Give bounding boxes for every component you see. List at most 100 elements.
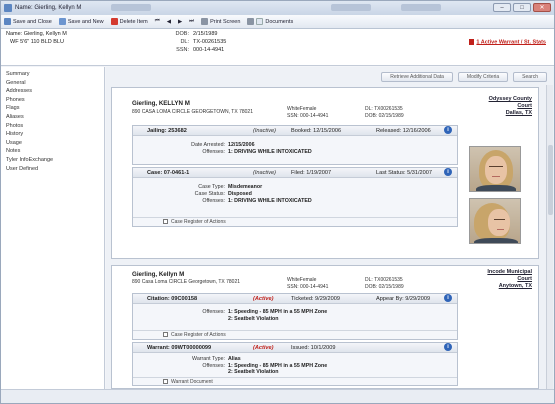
warrant-status: (Active): [253, 345, 274, 351]
sidebar-item-aliases[interactable]: Aliases: [1, 113, 104, 122]
warrant-header[interactable]: Warrant: 09WT00000099 (Active) Issued: 1…: [133, 343, 457, 353]
court-link[interactable]: Incode Municipal Court Anytown, TX: [487, 269, 532, 290]
mugshot-photo[interactable]: [469, 146, 521, 192]
warrant-offense-row: Offenses: 1: Speeding - 85 MPH in a 55 MP…: [133, 363, 327, 369]
warrant-issued: Issued: 10/1/2009: [291, 345, 336, 351]
warrant-document-checkbox[interactable]: Warrant Document: [133, 377, 457, 386]
print-screen-button[interactable]: Print Screen: [201, 18, 240, 25]
delete-item-label: Delete Item: [119, 18, 148, 25]
documents-label: Documents: [265, 18, 294, 25]
save-new-button[interactable]: Save and New: [58, 18, 104, 25]
case-last-status: Last Status: 5/31/2007: [376, 170, 432, 176]
record-card: Gierling, KELLYN M 890 CASA LOMA CIRCLE …: [111, 87, 539, 259]
case-register-checkbox[interactable]: Case Register of Actions: [133, 217, 457, 226]
sidebar-item-tyler-infoexchange[interactable]: Tyler InfoExchange: [1, 156, 104, 165]
retrieve-additional-data-button[interactable]: Retrieve Additional Data: [381, 72, 453, 82]
jailing-released: Released: 12/16/2006: [376, 128, 431, 134]
previous-record-button[interactable]: ◀: [167, 19, 171, 25]
application-window: Name: Gierling, Kellyn M – □ ✕ Save and …: [0, 0, 555, 404]
info-icon[interactable]: i: [444, 294, 452, 302]
citation-offense-2: 2: Seatbelt Violation: [228, 316, 279, 322]
court-location: Anytown, TX: [498, 283, 532, 289]
vertical-scrollbar[interactable]: [546, 85, 553, 389]
dl-value: TX-00261535: [193, 39, 227, 45]
search-actions: Retrieve Additional Data Modify Criteria…: [381, 72, 547, 82]
checkbox-icon[interactable]: [163, 219, 168, 225]
search-button[interactable]: Search: [513, 72, 547, 82]
sidebar-item-phones[interactable]: Phones: [1, 96, 104, 105]
case-type-row: Case Type: Misdemeanor: [133, 184, 262, 190]
warrant-document-label: Warrant Document: [171, 379, 213, 385]
court-name: Incode Municipal: [487, 269, 532, 275]
sidebar-item-user-defined[interactable]: User Defined: [1, 165, 104, 174]
save-icon: [4, 18, 11, 25]
citation-offense-row: 2: Seatbelt Violation: [228, 316, 279, 322]
citation-offenses-label: Offenses:: [202, 309, 225, 315]
delete-item-button[interactable]: Delete Item: [110, 18, 148, 25]
info-icon[interactable]: i: [444, 343, 452, 351]
sidebar-item-usage[interactable]: Usage: [1, 139, 104, 148]
record-address: 890 CASA LOMA CIRCLE GEORGETOWN, TX 7802…: [132, 109, 253, 115]
sidebar-item-general[interactable]: General: [1, 79, 104, 88]
sidebar-item-photos[interactable]: Photos: [1, 122, 104, 131]
dob-value: 2/15/1989: [193, 31, 218, 37]
offenses-label: Offenses:: [202, 149, 225, 155]
sidebar-item-addresses[interactable]: Addresses: [1, 87, 104, 96]
last-record-button[interactable]: ⏭: [189, 18, 194, 25]
warrant-type-value: Alias: [228, 356, 241, 362]
jailing-box: Jailing: 253682 (Inactive) Booked: 12/15…: [132, 125, 458, 165]
warrant-offense-row: 2: Seatbelt Violation: [228, 369, 279, 375]
info-icon[interactable]: i: [444, 126, 452, 134]
case-offenses-row: Offenses: 1: DRIVING WHILE INTOXICATED: [133, 198, 311, 204]
dob-label: DOB:: [175, 31, 189, 37]
date-arrested-row: Date Arrested: 12/15/2006: [133, 142, 254, 148]
case-status-value: Disposed: [228, 191, 252, 197]
minimize-button[interactable]: –: [493, 3, 511, 12]
save-new-label: Save and New: [67, 18, 104, 25]
jailing-status: (Inactive): [253, 128, 277, 134]
sidebar-item-summary[interactable]: Summary: [1, 70, 104, 79]
checkbox-icon[interactable]: [163, 379, 168, 385]
dl-label: DL:: [180, 39, 189, 45]
info-icon[interactable]: i: [444, 168, 452, 176]
modify-criteria-button[interactable]: Modify Criteria: [457, 72, 509, 82]
warrant-offense-1: 1: Speeding - 85 MPH in a 55 MPH Zone: [228, 362, 328, 369]
sidebar-item-history[interactable]: History: [1, 130, 104, 139]
warrant-box: Warrant: 09WT00000099 (Active) Issued: 1…: [132, 342, 458, 386]
dl-field: DL: TX-00261535: [171, 39, 226, 47]
person-header: Name: Gierling, Kellyn M WF 5'6" 110 BLD…: [1, 29, 554, 66]
jailing-header[interactable]: Jailing: 253682 (Inactive) Booked: 12/15…: [133, 126, 457, 136]
scrollbar-thumb[interactable]: [548, 145, 553, 215]
save-close-button[interactable]: Save and Close: [4, 18, 52, 25]
next-record-button[interactable]: ▶: [178, 19, 182, 25]
sidebar-item-flags[interactable]: Flags: [1, 104, 104, 113]
close-window-button[interactable]: ✕: [533, 3, 551, 12]
title-tab[interactable]: [401, 4, 441, 11]
case-type-label: Case Type:: [198, 184, 225, 190]
main-panel: Retrieve Additional Data Modify Criteria…: [106, 67, 554, 389]
sidebar-item-notes[interactable]: Notes: [1, 147, 104, 156]
citation-ticketed: Ticketed: 9/29/2009: [291, 296, 340, 302]
active-warrant-link[interactable]: 1 Active Warrant / St. Stats: [469, 39, 546, 47]
citation-appear-by: Appear By: 9/29/2009: [376, 296, 431, 302]
citation-register-checkbox[interactable]: Case Register of Actions: [133, 330, 457, 339]
citation-header[interactable]: Citation: 09C00158 (Active) Ticketed: 9/…: [133, 294, 457, 304]
title-tab[interactable]: [331, 4, 371, 11]
checkbox-icon[interactable]: [163, 332, 168, 338]
case-header[interactable]: Case: 07-0461-1 (Inactive) Filed: 1/19/2…: [133, 168, 457, 178]
jailing-title: Jailing: 253682: [147, 128, 187, 134]
ssn-field: SSN: 000-14-4941: [171, 47, 224, 55]
court-link[interactable]: Odyssey County Court Dallas, TX: [489, 96, 532, 117]
maximize-button[interactable]: □: [513, 3, 531, 12]
active-warrant-label: 1 Active Warrant / St. Stats: [476, 39, 546, 46]
person-name: Name: Gierling, Kellyn M: [6, 31, 67, 37]
first-record-button[interactable]: ⏮: [155, 18, 160, 25]
profile-photo[interactable]: [469, 198, 521, 244]
title-tab[interactable]: [111, 4, 151, 11]
ssn-value: 000-14-4941: [193, 47, 225, 53]
case-status-badge: (Inactive): [253, 170, 277, 176]
citation-box: Citation: 09C00158 (Active) Ticketed: 9/…: [132, 293, 458, 340]
citation-offense-row: Offenses: 1: Speeding - 85 MPH in a 55 MP…: [133, 309, 327, 315]
flag-icon: [469, 39, 475, 45]
documents-button[interactable]: Documents: [247, 18, 293, 25]
